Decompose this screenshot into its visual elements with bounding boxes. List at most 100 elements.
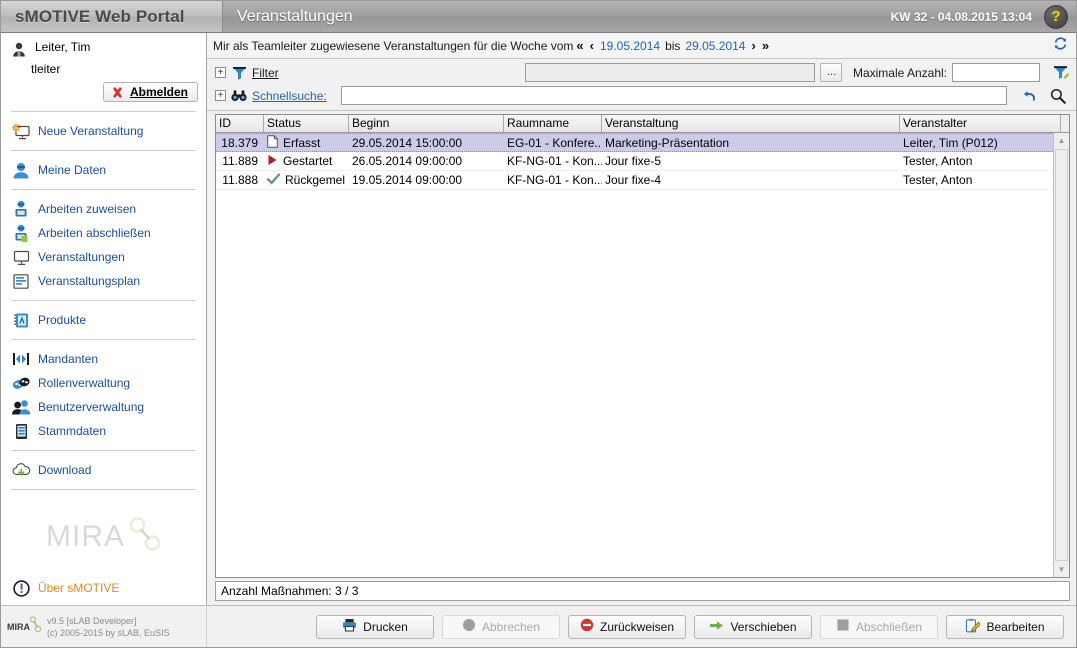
cell-id: 18.379	[221, 135, 258, 150]
sidebar-item-label: Mandanten	[38, 352, 99, 366]
my-data-icon	[11, 161, 31, 179]
column-header-veranstaltung[interactable]: Veranstaltung	[602, 115, 900, 132]
quicksearch-input[interactable]	[340, 86, 1007, 105]
filter-label[interactable]: Filter	[252, 66, 279, 80]
refresh-icon[interactable]	[1053, 36, 1068, 55]
check-icon	[266, 172, 281, 188]
clients-icon	[11, 350, 31, 368]
sidebar-item-label: Arbeiten zuweisen	[38, 202, 137, 216]
funnel-icon	[231, 64, 247, 82]
about-label: Über sMOTIVE	[38, 581, 120, 595]
date-to[interactable]: 29.05.2014	[682, 39, 748, 53]
column-header-status[interactable]: Status	[264, 115, 349, 132]
sidebar-item-veranstaltungsplan[interactable]: Veranstaltungsplan	[1, 269, 206, 293]
sidebar-item-label: Download	[38, 463, 92, 477]
cancel-label: Abbrechen	[481, 619, 541, 634]
quicksearch-expander[interactable]: +	[215, 90, 226, 101]
date-from[interactable]: 19.05.2014	[597, 39, 663, 53]
count-bar: Anzahl Maßnahmen: 3 / 3	[215, 581, 1070, 601]
sidebar-item-label: Rollenverwaltung	[38, 376, 131, 390]
logout-label: Abmelden	[129, 85, 188, 99]
nav-group-download: Download	[1, 456, 206, 484]
sidebar-item-stammdaten[interactable]: Stammdaten	[1, 419, 206, 443]
sidebar-item-mandanten[interactable]: Mandanten	[1, 347, 206, 371]
edit-button[interactable]: Bearbeiten	[946, 614, 1064, 639]
filter-input[interactable]	[524, 63, 815, 82]
table-header-row: ID Status Beginn Raumname Veranstaltung …	[216, 115, 1069, 133]
assign-work-icon	[11, 200, 31, 218]
mira-watermark-logo: MIRA	[46, 513, 161, 561]
cancel-circle-icon	[462, 618, 476, 635]
sidebar-item-download[interactable]: Download	[1, 458, 206, 482]
filter-expander[interactable]: +	[215, 67, 226, 78]
column-header-raumname[interactable]: Raumname	[504, 115, 602, 132]
first-week-button[interactable]: «	[573, 38, 586, 53]
cancel-button: Abbrechen	[442, 614, 560, 639]
nav-group-products: Produkte	[1, 306, 206, 334]
mira-logo-word: MIRA	[46, 520, 125, 553]
page-title: Veranstaltungen	[237, 7, 353, 25]
print-button[interactable]: Drucken	[316, 614, 434, 639]
sidebar-item-rollenverwaltung[interactable]: Rollenverwaltung	[1, 371, 206, 395]
cell-raumname: EG-01 - Konfere...	[507, 135, 602, 150]
last-week-button[interactable]: »	[759, 38, 772, 53]
quicksearch-label[interactable]: Schnellsuche:	[252, 89, 327, 103]
nav-group-new: Neue Veranstaltung	[1, 117, 206, 145]
events-icon	[11, 248, 31, 266]
apply-filter-icon[interactable]	[1053, 65, 1070, 81]
help-icon[interactable]: ?	[1044, 4, 1068, 29]
search-icon[interactable]	[1050, 88, 1066, 104]
sidebar-item-meine-daten[interactable]: Meine Daten	[1, 158, 206, 182]
events-table: ID Status Beginn Raumname Veranstaltung …	[215, 114, 1070, 578]
products-icon	[11, 311, 31, 329]
application-window: sMOTIVE Web Portal Veranstaltungen KW 32…	[0, 0, 1077, 648]
prev-week-button[interactable]: ‹	[587, 38, 597, 53]
sidebar-item-label: Neue Veranstaltung	[38, 124, 144, 138]
sidebar-item-label: Stammdaten	[38, 424, 107, 438]
divider	[11, 189, 196, 190]
column-header-veranstalter[interactable]: Veranstalter	[900, 115, 1061, 132]
column-header-id[interactable]: ID	[216, 115, 264, 132]
version-number: v9.5 [sLAB Developer]	[47, 615, 137, 626]
cell-raumname: KF-NG-01 - Kon...	[507, 173, 602, 187]
table-row[interactable]: 11.888 Rückgemel 19.05.2014 09:00:00 KF-…	[216, 171, 1069, 190]
reset-search-icon[interactable]	[1022, 89, 1037, 103]
info-icon	[11, 579, 31, 597]
table-row[interactable]: 11.889 Gestartet 26.05.2014 09:00:00 KF-…	[216, 152, 1069, 171]
scroll-up-arrow-icon[interactable]: ▲	[1054, 133, 1069, 148]
logout-button[interactable]: Abmelden	[102, 82, 198, 102]
sidebar-item-arbeiten-abschliessen[interactable]: Arbeiten abschließen	[1, 221, 206, 245]
cell-id: 11.888	[222, 173, 258, 187]
user-name: Leiter, Tim	[35, 40, 91, 54]
quicksearch-row: + Schnellsuche:	[215, 86, 1070, 105]
subheader-text: Mir als Teamleiter zugewiesene Veranstal…	[213, 38, 574, 53]
finish-label: Abschließen	[855, 619, 923, 634]
next-week-button[interactable]: ›	[748, 38, 758, 53]
cell-id: 11.889	[222, 154, 258, 168]
cell-status-label: Rückgemel	[285, 173, 346, 187]
reject-button[interactable]: Zurückweisen	[568, 614, 686, 639]
table-row[interactable]: 18.379 Erfasst 29.05.2014 15:00:00 EG-01…	[216, 133, 1069, 152]
sidebar-item-arbeiten-zuweisen[interactable]: Arbeiten zuweisen	[1, 197, 206, 221]
sidebar-item-produkte[interactable]: Produkte	[1, 308, 206, 332]
binoculars-icon	[231, 87, 247, 105]
title-bar: sMOTIVE Web Portal Veranstaltungen KW 32…	[1, 1, 1076, 33]
table-vertical-scrollbar[interactable]: ▲ ▼	[1053, 133, 1069, 577]
filter-browse-button[interactable]: ...	[819, 63, 842, 82]
scrollbar-thumb[interactable]	[1055, 149, 1068, 561]
about-link[interactable]: Über sMOTIVE	[1, 579, 119, 597]
sidebar-item-benutzerverwaltung[interactable]: Benutzerverwaltung	[1, 395, 206, 419]
max-count-input[interactable]	[952, 63, 1040, 82]
document-icon	[267, 134, 278, 151]
sidebar-item-veranstaltungen[interactable]: Veranstaltungen	[1, 245, 206, 269]
move-button[interactable]: Verschieben	[694, 614, 812, 639]
scroll-down-arrow-icon[interactable]: ▼	[1054, 562, 1069, 577]
sidebar-item-label: Veranstaltungsplan	[38, 274, 141, 288]
content-area: Mir als Teamleiter zugewiesene Veranstal…	[207, 33, 1076, 605]
footer-bar: MIRA v9.5 [sLAB Developer] (c) 2005-2015…	[1, 605, 1076, 647]
sidebar-item-neue-veranstaltung[interactable]: Neue Veranstaltung	[1, 119, 206, 143]
date-between-label: bis	[665, 38, 681, 53]
action-button-bar: Drucken Abbrechen Zurückweisen Verschieb…	[207, 614, 1076, 639]
sidebar-item-label: Arbeiten abschließen	[38, 226, 151, 240]
column-header-beginn[interactable]: Beginn	[349, 115, 504, 132]
